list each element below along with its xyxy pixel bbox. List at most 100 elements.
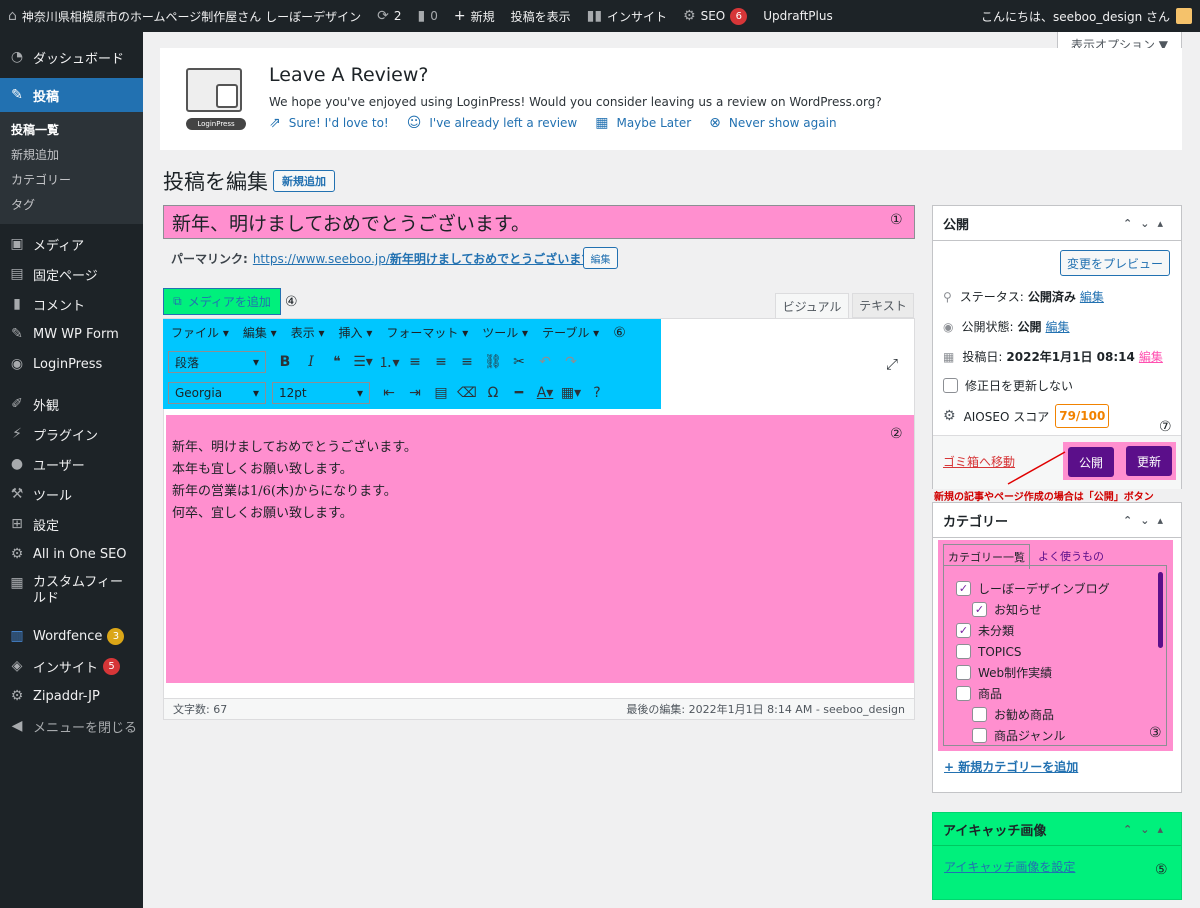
menu-wordfence[interactable]: ▥ Wordfence 3 xyxy=(0,621,143,651)
submenu-tags[interactable]: タグ xyxy=(0,193,143,218)
tab-text[interactable]: テキスト xyxy=(852,293,914,318)
new-link[interactable]: + 新規 xyxy=(446,0,503,32)
category-checkbox[interactable]: ✓ xyxy=(972,602,987,617)
set-featured-image-link[interactable]: アイキャッチ画像を設定 xyxy=(944,858,1075,875)
box-controls[interactable]: ⌃⌄▴ xyxy=(1123,503,1171,538)
align-center-icon[interactable]: ≡ xyxy=(428,349,454,375)
box-controls[interactable]: ⌃⌄▴ xyxy=(1123,206,1171,241)
updraft-link[interactable]: UpdraftPlus xyxy=(755,0,840,32)
submenu-add-new[interactable]: 新規追加 xyxy=(0,143,143,168)
category-checkbox[interactable] xyxy=(956,686,971,701)
insight-link[interactable]: ▮▮ インサイト xyxy=(579,0,675,32)
category-item[interactable]: 商品 xyxy=(956,683,1166,704)
menu-custom-fields[interactable]: ▦ カスタムフィールド xyxy=(0,569,143,611)
outdent-icon[interactable]: ⇤ xyxy=(376,380,402,406)
undo-icon[interactable]: ↶ xyxy=(532,349,558,375)
menu-view[interactable]: 表示 ▾ xyxy=(291,324,325,341)
permalink-edit-button[interactable]: 編集 xyxy=(583,247,618,269)
align-left-icon[interactable]: ≡ xyxy=(402,349,428,375)
menu-pages[interactable]: ▤ 固定ページ xyxy=(0,259,143,289)
tab-visual[interactable]: ビジュアル xyxy=(775,293,849,319)
no-update-date-checkbox[interactable] xyxy=(943,378,958,393)
menu-table[interactable]: テーブル ▾ xyxy=(542,324,599,341)
menu-users[interactable]: ● ユーザー xyxy=(0,449,143,479)
unlink-icon[interactable]: ✂ xyxy=(506,349,532,375)
numbered-list-icon[interactable]: ⒈▾ xyxy=(376,349,402,375)
menu-dashboard[interactable]: ◔ ダッシュボード xyxy=(0,42,143,72)
special-char-icon[interactable]: Ω xyxy=(480,380,506,406)
text-color-icon[interactable]: A▾ xyxy=(532,380,558,406)
menu-insight[interactable]: ◈ インサイト 5 xyxy=(0,651,143,681)
fullscreen-icon[interactable]: ⤢ xyxy=(886,355,898,373)
publish-button[interactable]: 公開 xyxy=(1068,447,1114,477)
menu-tools[interactable]: ツール ▾ xyxy=(482,324,528,341)
menu-appearance[interactable]: ✐ 外観 xyxy=(0,389,143,419)
category-item[interactable]: ✓ 未分類 xyxy=(956,620,1166,641)
maybe-later-link[interactable]: ▦ Maybe Later xyxy=(595,115,691,131)
add-new-post-button[interactable]: 新規追加 xyxy=(273,170,335,192)
seo-link[interactable]: ⚙ SEO 6 xyxy=(675,0,755,32)
already-reviewed-link[interactable]: ☺ I've already left a review xyxy=(407,115,577,131)
comments-link[interactable]: ▮ 0 xyxy=(409,0,445,32)
menu-collapse[interactable]: ◀ メニューを閉じる xyxy=(0,711,143,741)
menu-loginpress[interactable]: ◉ LoginPress xyxy=(0,349,143,379)
preview-changes-button[interactable]: 変更をプレビュー xyxy=(1060,250,1170,276)
menu-tools[interactable]: ⚒ ツール xyxy=(0,479,143,509)
menu-format[interactable]: フォーマット ▾ xyxy=(386,324,468,341)
menu-comments[interactable]: ▮ コメント xyxy=(0,289,143,319)
format-select[interactable]: 段落 ▾ xyxy=(168,351,266,373)
visibility-edit-link[interactable]: 編集 xyxy=(1046,318,1070,335)
editor-content[interactable]: 新年、明けましておめでとうございます。 本年も宜しくお願い致します。 新年の営業… xyxy=(166,415,914,683)
update-button[interactable]: 更新 xyxy=(1126,446,1172,476)
menu-aioseo[interactable]: ⚙ All in One SEO xyxy=(0,539,143,569)
category-item[interactable]: TOPICS xyxy=(956,641,1166,662)
bullet-list-icon[interactable]: ☰▾ xyxy=(350,349,376,375)
blockquote-icon[interactable]: ❝ xyxy=(324,349,350,375)
indent-icon[interactable]: ⇥ xyxy=(402,380,428,406)
category-item[interactable]: お勧め商品 xyxy=(956,704,1166,725)
help-icon[interactable]: ? xyxy=(584,380,610,406)
hr-icon[interactable]: ━ xyxy=(506,380,532,406)
date-edit-link[interactable]: 編集 xyxy=(1139,348,1163,365)
add-new-category-link[interactable]: + 新規カテゴリーを追加 xyxy=(944,758,1078,775)
menu-zipaddr[interactable]: ⚙ Zipaddr-JP xyxy=(0,681,143,711)
category-checkbox[interactable] xyxy=(972,707,987,722)
font-family-select[interactable]: Georgia ▾ xyxy=(168,382,266,404)
menu-settings[interactable]: ⊞ 設定 xyxy=(0,509,143,539)
menu-edit[interactable]: 編集 ▾ xyxy=(243,324,277,341)
add-media-button[interactable]: ⧉ メディアを追加 xyxy=(163,288,281,315)
category-checkbox[interactable]: ✓ xyxy=(956,623,971,638)
table-icon[interactable]: ▦▾ xyxy=(558,380,584,406)
redo-icon[interactable]: ↷ xyxy=(558,349,584,375)
category-item[interactable]: ✓ しーぼーデザインブログ xyxy=(956,578,1166,599)
status-edit-link[interactable]: 編集 xyxy=(1080,288,1104,305)
italic-icon[interactable]: I xyxy=(298,349,324,375)
menu-insert[interactable]: 挿入 ▾ xyxy=(339,324,373,341)
category-checkbox[interactable] xyxy=(972,728,987,743)
align-right-icon[interactable]: ≡ xyxy=(454,349,480,375)
submenu-categories[interactable]: カテゴリー xyxy=(0,168,143,193)
love-to-link[interactable]: ⇗ Sure! I'd love to! xyxy=(269,115,389,131)
site-name-link[interactable]: ⌂ 神奈川県相模原市のホームページ制作屋さん しーぼーデザイン xyxy=(0,0,369,32)
clear-format-icon[interactable]: ⌫ xyxy=(454,380,480,406)
no-update-date-row[interactable]: 修正日を更新しない xyxy=(943,377,1073,394)
post-title-input[interactable]: 新年、明けましておめでとうございます。 xyxy=(163,205,915,239)
updates-link[interactable]: ⟳ 2 xyxy=(369,0,409,32)
menu-plugins[interactable]: ⚡ プラグイン xyxy=(0,419,143,449)
category-item[interactable]: Web制作実績 xyxy=(956,662,1166,683)
permalink-link[interactable]: https://www.seeboo.jp/新年明けましておめでとうございます。 xyxy=(253,250,604,267)
menu-file[interactable]: ファイル ▾ xyxy=(171,324,229,341)
category-checkbox[interactable]: ✓ xyxy=(956,581,971,596)
aioseo-score[interactable]: 79/100 xyxy=(1055,404,1110,428)
box-controls[interactable]: ⌃⌄▴ xyxy=(1123,813,1171,846)
view-post-link[interactable]: 投稿を表示 xyxy=(503,0,579,32)
menu-posts[interactable]: ✎ 投稿 xyxy=(0,78,143,112)
category-item[interactable]: 商品ジャンル xyxy=(956,725,1166,746)
bold-icon[interactable]: B xyxy=(272,349,298,375)
category-checkbox[interactable] xyxy=(956,665,971,680)
font-size-select[interactable]: 12pt ▾ xyxy=(272,382,370,404)
menu-mw-wp-form[interactable]: ✎ MW WP Form xyxy=(0,319,143,349)
menu-media[interactable]: ▣ メディア xyxy=(0,229,143,259)
submenu-all-posts[interactable]: 投稿一覧 xyxy=(0,118,143,143)
never-show-link[interactable]: ⊗ Never show again xyxy=(709,115,836,131)
